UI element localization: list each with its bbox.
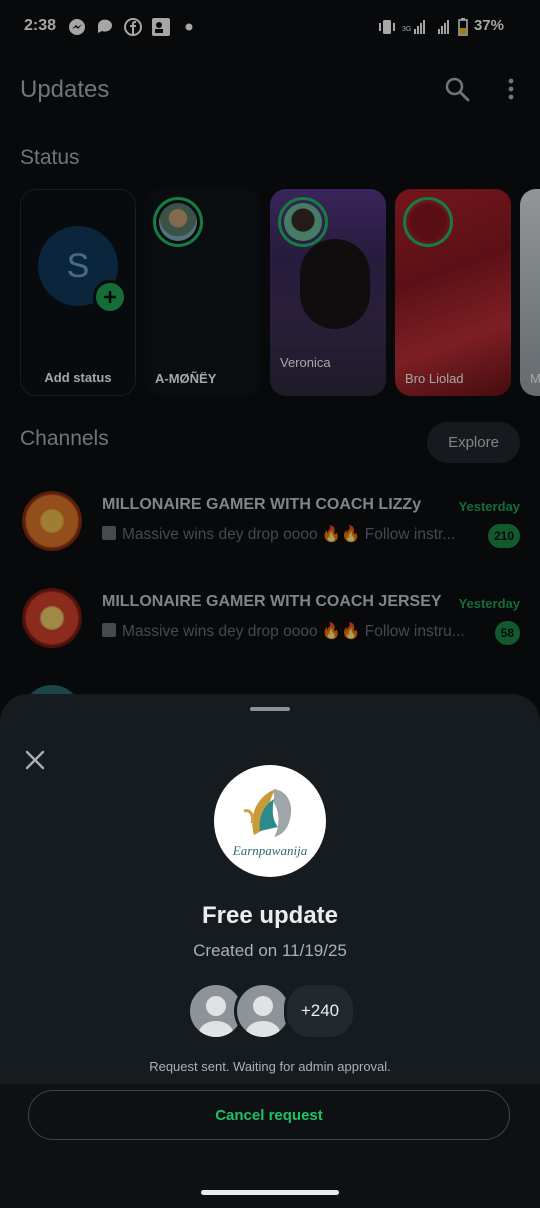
request-status-note: Request sent. Waiting for admin approval…: [149, 1059, 391, 1074]
member-count: +240: [284, 982, 356, 1040]
created-date: Created on 11/19/25: [193, 941, 347, 960]
logo-text: Earnpawanija: [232, 843, 308, 858]
close-icon[interactable]: [20, 745, 50, 775]
gesture-nav-bar[interactable]: [201, 1190, 339, 1195]
drag-handle[interactable]: [250, 707, 290, 711]
sheet-title: Free update: [201, 902, 339, 929]
channel-logo: Earnpawanija: [214, 765, 326, 877]
cancel-request-button[interactable]: Cancel request: [28, 1090, 510, 1140]
